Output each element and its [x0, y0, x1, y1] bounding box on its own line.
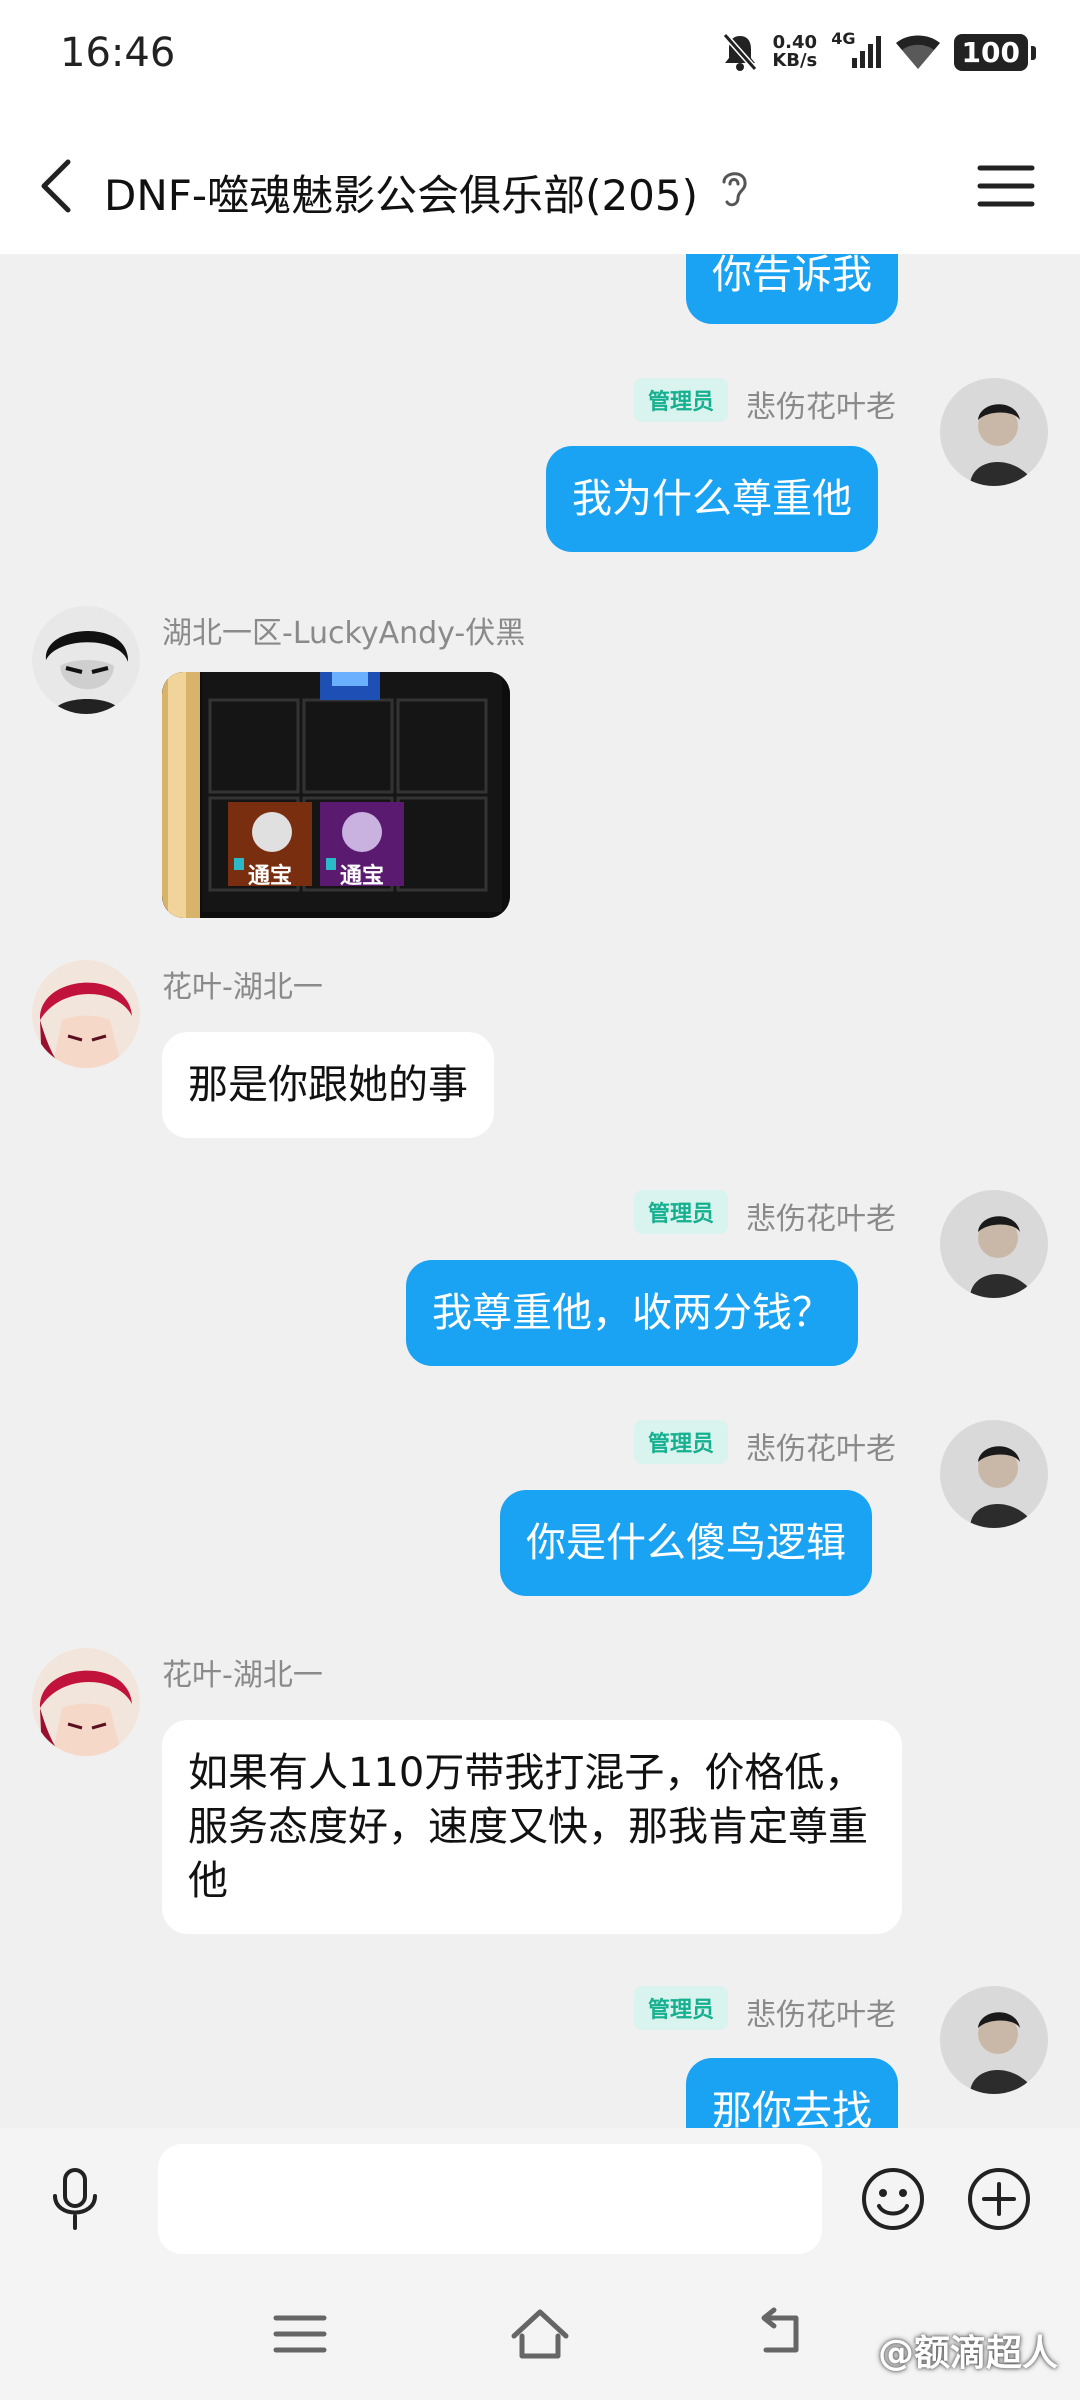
sender-name[interactable]: 悲伤花叶老	[746, 1990, 896, 2034]
nav-menu-icon[interactable]	[270, 2312, 330, 2356]
avatar[interactable]	[32, 960, 140, 1068]
avatar[interactable]	[940, 378, 1048, 486]
message-bubble[interactable]: 如果有人110万带我打混子，价格低，服务态度好，速度又快，那我肯定尊重他	[162, 1720, 902, 1934]
message-bubble[interactable]: 你是什么傻鸟逻辑	[500, 1490, 872, 1596]
nav-home-icon[interactable]	[508, 2306, 572, 2362]
message-bubble[interactable]: 我为什么尊重他	[546, 446, 878, 552]
signal-bars-icon	[851, 36, 881, 68]
menu-icon[interactable]	[976, 162, 1036, 210]
microphone-icon[interactable]	[42, 2166, 108, 2232]
sender-name[interactable]: 悲伤花叶老	[746, 1424, 896, 1468]
message-bubble[interactable]: 你告诉我	[686, 254, 898, 324]
admin-badge: 管理员	[634, 1420, 729, 1464]
sender-name[interactable]: 悲伤花叶老	[746, 382, 896, 426]
plus-circle-icon[interactable]	[966, 2166, 1032, 2232]
sender-name[interactable]: 花叶-湖北一	[162, 1650, 323, 1694]
avatar[interactable]	[940, 1420, 1048, 1528]
net-speed-unit: KB/s	[772, 50, 818, 71]
net-speed: 0.40 KB/s	[772, 34, 817, 70]
sender-name[interactable]: 悲伤花叶老	[746, 1194, 896, 1238]
battery-icon: 100	[953, 33, 1037, 71]
message-input[interactable]	[158, 2144, 822, 2254]
chat-message-list[interactable]: 你告诉我 管理员 悲伤花叶老 我为什么尊重他 湖北一区-LuckyAndy-伏黑…	[0, 254, 1080, 2128]
ear-icon[interactable]	[716, 166, 752, 210]
nav-back-icon[interactable]	[752, 2306, 808, 2362]
avatar[interactable]	[940, 1986, 1048, 2094]
image-message[interactable]: 通宝 通宝	[162, 672, 510, 918]
chat-title[interactable]: DNF-噬魂魅影公会俱乐部(205)	[104, 162, 698, 223]
signal-type-label: 4G	[831, 28, 856, 48]
admin-badge: 管理员	[634, 1986, 729, 2030]
admin-badge: 管理员	[634, 1190, 729, 1234]
message-bubble[interactable]: 那你去找	[686, 2058, 898, 2128]
admin-badge: 管理员	[634, 378, 729, 422]
system-nav-bar: @额滴超人	[0, 2262, 1080, 2400]
message-bubble[interactable]: 我尊重他，收两分钱？	[406, 1260, 858, 1366]
wifi-icon	[895, 35, 940, 69]
emoji-icon[interactable]	[860, 2166, 926, 2232]
image-tag: 通宝	[248, 864, 293, 889]
input-bar	[0, 2128, 1080, 2262]
status-bar: 16:46 0.40 KB/s 4G 100	[0, 0, 1080, 118]
mute-bell-icon	[723, 33, 758, 71]
watermark: @额滴超人	[877, 2333, 1058, 2374]
sender-name[interactable]: 湖北一区-LuckyAndy-伏黑	[162, 608, 525, 652]
back-arrow-icon[interactable]	[30, 154, 86, 218]
avatar[interactable]	[32, 606, 140, 714]
image-tag: 通宝	[340, 864, 385, 889]
message-bubble[interactable]: 那是你跟她的事	[162, 1032, 494, 1138]
status-icons: 0.40 KB/s 4G 100	[722, 28, 1037, 72]
status-time: 16:46	[60, 30, 176, 76]
chat-header: DNF-噬魂魅影公会俱乐部(205)	[0, 118, 1080, 254]
avatar[interactable]	[940, 1190, 1048, 1298]
sender-name[interactable]: 花叶-湖北一	[162, 962, 323, 1006]
avatar[interactable]	[32, 1648, 140, 1756]
